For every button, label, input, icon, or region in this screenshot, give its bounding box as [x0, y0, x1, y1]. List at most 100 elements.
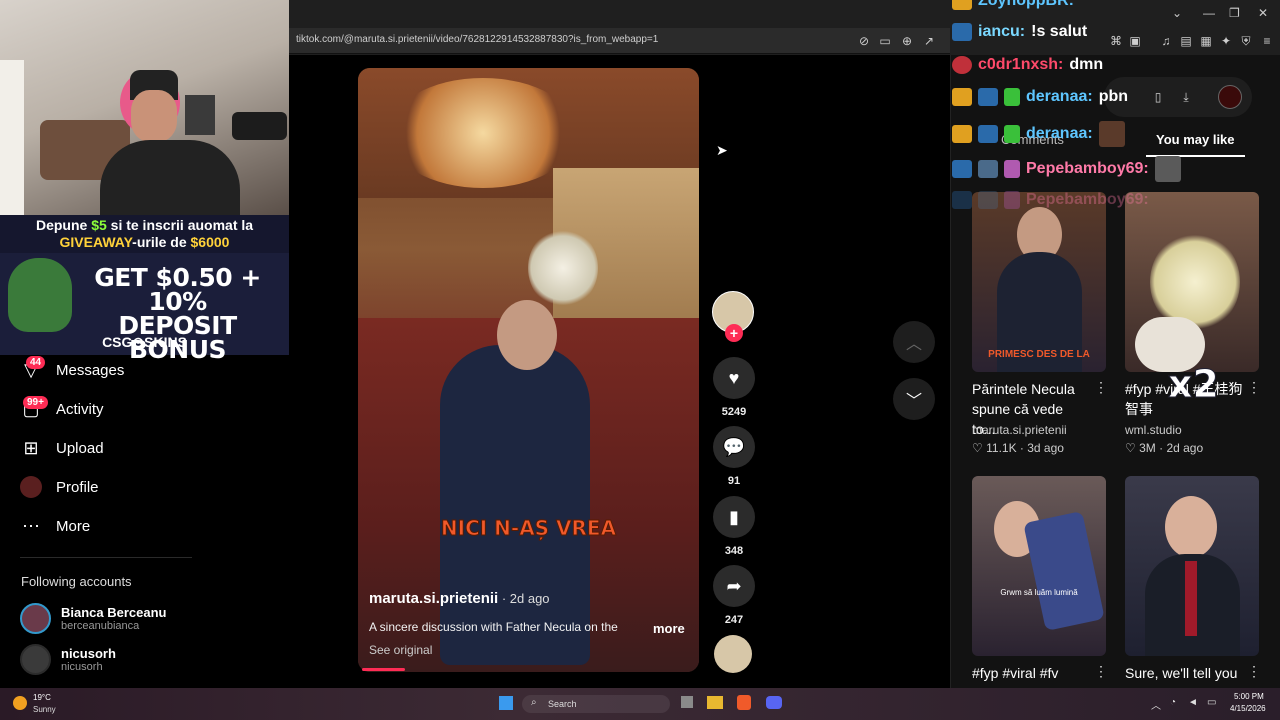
nav-profile[interactable]: Profile [20, 472, 99, 502]
battery-icon[interactable]: ▭ [1207, 697, 1216, 708]
restore-icon[interactable]: ❐ [1229, 6, 1240, 20]
crown-icon [952, 88, 972, 106]
chevron-down-icon[interactable]: ⌄ [1172, 6, 1182, 20]
video-progress[interactable] [362, 668, 405, 671]
promo-amount: $5 [91, 217, 107, 233]
avatar-icon [20, 476, 42, 498]
nav-more[interactable]: ⋯ More [20, 511, 90, 541]
see-original-link[interactable]: See original [369, 643, 432, 657]
save-action[interactable]: ▮ 348 [712, 496, 756, 557]
menu-icon[interactable]: ≡ [1259, 33, 1275, 49]
wallet-icon[interactable]: ▦ [1198, 33, 1214, 49]
video-author[interactable]: maruta.si.prietenii · 2d ago [369, 590, 550, 607]
network-icon[interactable]: ◔ [1170, 697, 1176, 708]
ai-icon[interactable]: ✦ [1218, 33, 1234, 49]
clock-time[interactable]: 5:00 PM [1234, 692, 1264, 701]
music-icon[interactable]: ♫ [1158, 33, 1174, 49]
share-action[interactable]: ➦ 247 [712, 565, 756, 626]
avatar[interactable] [1218, 85, 1242, 109]
bookmark-icon[interactable]: ▮ [713, 496, 755, 538]
more-options-icon[interactable]: ⋮ [1247, 663, 1261, 680]
task-view-icon[interactable] [681, 696, 693, 708]
device-icon[interactable]: ▯ [1150, 89, 1166, 105]
brave-icon[interactable] [737, 695, 751, 710]
previous-video-button[interactable]: ︿ [893, 321, 935, 363]
weather-condition[interactable]: Sunny [33, 705, 56, 714]
follow-handle: nicusorh [61, 661, 103, 673]
sound-avatar[interactable] [714, 635, 752, 673]
card-title[interactable]: #fyp #viral #fv [972, 663, 1090, 683]
promo-text: Depune [35, 217, 92, 233]
sun-icon[interactable] [13, 696, 27, 710]
chat-username: ZoyhoppBR: [978, 0, 1074, 9]
more-options-icon[interactable]: ⋮ [1094, 663, 1108, 680]
nav-label: Profile [56, 478, 99, 496]
file-explorer-icon[interactable] [707, 696, 723, 709]
sidebar-icon[interactable]: ▣ [1127, 33, 1143, 49]
following-account[interactable]: Bianca Berceanu berceanubianca [20, 603, 167, 634]
follow-name: nicusorh [61, 646, 116, 661]
card-title[interactable]: Sure, we'll tell you [1125, 663, 1250, 683]
card-author[interactable]: maruta.si.prietenii [972, 423, 1067, 437]
more-button[interactable]: more [653, 621, 685, 636]
following-account[interactable]: nicusorh nicusorh [20, 644, 116, 675]
ellipsis-icon: ⋯ [22, 516, 40, 536]
video-thumbnail[interactable]: PRIMESC DES DE LA [972, 192, 1106, 372]
url-text[interactable]: tiktok.com/@maruta.si.prietenii/video/76… [296, 34, 658, 45]
cast-icon[interactable]: ▭ [877, 33, 893, 49]
card-age: 3d ago [1027, 441, 1064, 455]
card-likes: 11.1K [986, 441, 1017, 455]
chat-username: Pepebamboy69: [1026, 191, 1149, 208]
more-options-icon[interactable]: ⋮ [1247, 379, 1261, 396]
card-meta: ♡ 11.1K · 3d ago [972, 441, 1064, 455]
divider [20, 557, 192, 558]
promo-bonus-line: GET $0.50 + 10% [94, 263, 261, 316]
zoom-icon[interactable]: ⊕ [899, 33, 915, 49]
comment-action[interactable]: 💬 91 [712, 426, 756, 487]
video-thumbnail[interactable] [1125, 476, 1259, 656]
chat-text: dmn [1069, 56, 1104, 73]
video-subject [440, 345, 590, 665]
search-icon: ⌕ [531, 697, 537, 708]
emote-icon [1098, 121, 1125, 147]
nav-upload[interactable]: ⊞ Upload [20, 433, 103, 463]
more-options-icon[interactable]: ⋮ [1094, 379, 1108, 396]
card-meta: ♡ 3M · 2d ago [1125, 441, 1204, 455]
like-action[interactable]: ♥ 5249 [712, 357, 756, 418]
weather-temperature[interactable]: 19°C [33, 693, 51, 702]
badge-icon [978, 191, 998, 209]
download-icon[interactable]: ⤓ [1178, 89, 1194, 105]
messages-badge: 44 [26, 356, 46, 369]
card-author[interactable]: wml.studio [1125, 423, 1182, 437]
no-tracking-icon[interactable]: ⊘ [856, 33, 872, 49]
emote-icon [1154, 156, 1181, 182]
translate-icon[interactable]: ⌘ [1108, 33, 1124, 49]
gift-icon [1004, 125, 1020, 143]
video-thumbnail[interactable]: Grwm să luăm lumină [972, 476, 1106, 656]
badge-icon [952, 191, 972, 209]
chat-text: !s salut [1031, 23, 1088, 40]
comment-icon[interactable]: 💬 [713, 426, 755, 468]
discord-icon[interactable] [766, 696, 782, 709]
chat-message: Pepebamboy69: [952, 156, 1181, 182]
shield-icon[interactable]: ⛨ [1238, 33, 1254, 49]
video-thumbnail[interactable] [1125, 192, 1259, 372]
author-name[interactable]: maruta.si.prietenii [369, 590, 498, 607]
next-video-button[interactable]: ﹀ [893, 378, 935, 420]
minimize-icon[interactable]: — [1203, 6, 1215, 20]
promo-giveaway-amount: $6000 [190, 234, 230, 250]
follow-button[interactable]: + [725, 324, 743, 342]
clock-date[interactable]: 4/15/2026 [1230, 704, 1266, 713]
share-arrow-icon[interactable]: ➦ [713, 565, 755, 607]
heart-icon[interactable]: ♥ [713, 357, 755, 399]
close-icon[interactable]: ✕ [1258, 6, 1268, 20]
windows-start-icon[interactable] [499, 696, 513, 710]
card-title[interactable]: #fyp #viral #王桂狗智事 [1125, 379, 1245, 419]
share-icon[interactable]: ↗ [921, 33, 937, 49]
tray-chevron-icon[interactable]: ︿ [1151, 697, 1161, 712]
volume-icon[interactable]: ◄ [1188, 697, 1198, 708]
reader-icon[interactable]: ▤ [1178, 33, 1194, 49]
taskbar-search[interactable] [522, 695, 670, 713]
gift-icon [1004, 191, 1020, 209]
tab-you-may-like[interactable]: You may like [1156, 132, 1235, 147]
